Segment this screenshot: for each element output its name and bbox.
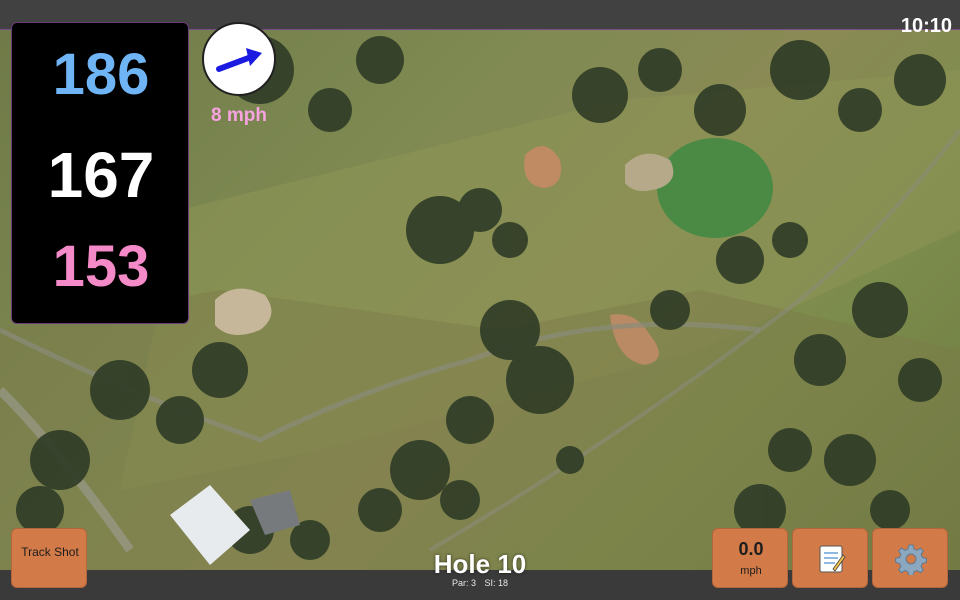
hole-title: Hole 10 [433, 549, 527, 579]
track-shot-button[interactable]: Track Shot [11, 528, 87, 588]
gear-icon [895, 544, 927, 575]
wind-direction-indicator [202, 22, 276, 96]
hole-stroke-index: SI: 18 [484, 578, 509, 588]
track-shot-label: Track Shot [21, 545, 79, 559]
settings-button[interactable] [872, 528, 948, 588]
clock-time: 10:10 [900, 15, 952, 37]
notes-button[interactable] [792, 528, 868, 588]
distance-panel: 186 167 153 [11, 22, 189, 324]
back-distance: 186 [52, 42, 150, 107]
front-distance: 153 [52, 234, 150, 299]
wind-speed-unit: mph [740, 565, 762, 577]
arrow-up-right-icon [216, 48, 262, 72]
wind-speed-value: 0.0 [738, 539, 764, 559]
middle-distance: 167 [47, 139, 155, 211]
hole-par: Par: 3 [451, 578, 476, 588]
wind-speed-button[interactable]: 0.0 mph [712, 528, 788, 588]
notepad-icon [819, 545, 846, 573]
putting-green [657, 138, 773, 238]
hole-info: Par: 3 SI: 18 [380, 577, 580, 589]
wind-speed-label: 8 mph [211, 105, 267, 126]
